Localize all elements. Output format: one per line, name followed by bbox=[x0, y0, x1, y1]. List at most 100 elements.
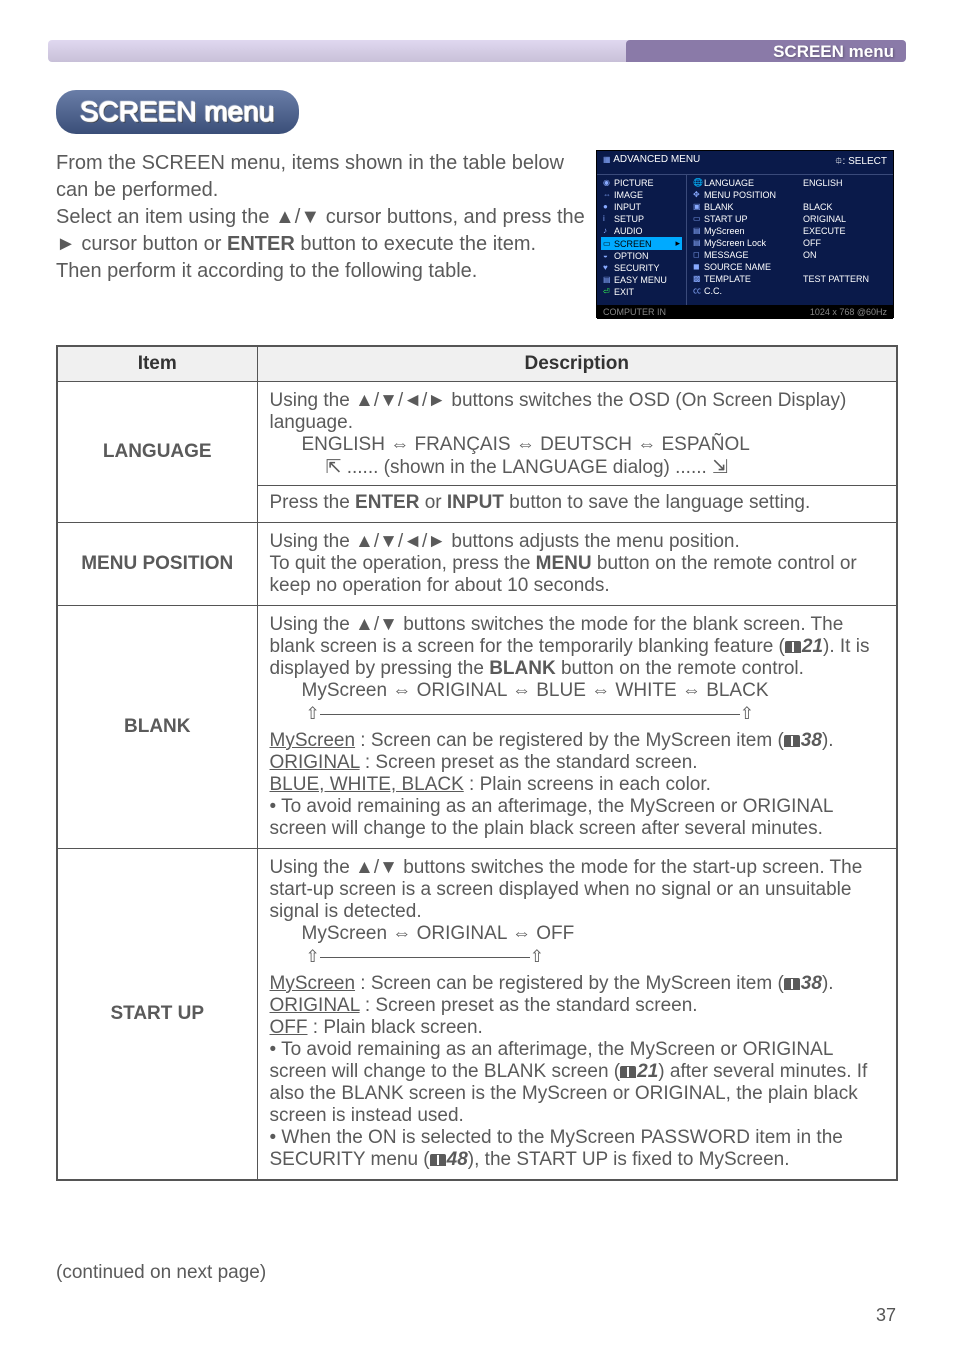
startup-p1: Using the ▲/▼ buttons switches the mode … bbox=[270, 857, 863, 922]
exit-icon: ⏎ bbox=[603, 288, 611, 296]
osd-right-startup-val: ORIGINAL bbox=[801, 213, 889, 225]
startup-off-a: OFF bbox=[270, 1017, 308, 1038]
startup-ms-b: : Screen can be registered by the MyScre… bbox=[355, 973, 784, 994]
osd-mid-col: 🌐LANGUAGE ✥MENU POSITION ▣BLANK ▭START U… bbox=[687, 175, 797, 305]
intro-line1: From the SCREEN menu, items shown in the… bbox=[56, 152, 564, 201]
blank-icon: ▣ bbox=[693, 203, 701, 211]
book-icon bbox=[784, 978, 800, 990]
message-icon: ◻ bbox=[693, 251, 701, 259]
blank-note: • To avoid remaining as an afterimage, t… bbox=[270, 796, 833, 839]
osd-left-input: ●INPUT bbox=[601, 201, 682, 213]
osd-mid-myscreen: ▤MyScreen bbox=[691, 225, 793, 237]
source-icon: ◼ bbox=[693, 263, 701, 271]
osd-screenshot: ▦ ADVANCED MENU ⯐: SELECT ◉PICTURE ⇔IMAG… bbox=[596, 150, 894, 318]
picture-icon: ◉ bbox=[603, 179, 611, 187]
startup-cycle: ⇧⇧ bbox=[306, 947, 885, 967]
osd-right-blank-val: BLACK bbox=[801, 201, 889, 213]
startup-icon: ▭ bbox=[693, 215, 701, 223]
osd-mid-startup: ▭START UP bbox=[691, 213, 793, 225]
cell-language-desc: Using the ▲/▼/◄/► buttons switches the O… bbox=[257, 382, 897, 523]
osd-mid-blank: ▣BLANK bbox=[691, 201, 793, 213]
lock-icon: ▤ bbox=[693, 239, 701, 247]
startup-ref1: 38 bbox=[801, 973, 822, 994]
intro-enter: ENTER bbox=[227, 233, 295, 255]
intro-text: From the SCREEN menu, items shown in the… bbox=[56, 150, 586, 285]
language-input: INPUT bbox=[447, 492, 504, 513]
blank-orig-a: ORIGINAL bbox=[270, 752, 360, 773]
startup-ms-c: ). bbox=[822, 973, 834, 994]
osd-left-col: ◉PICTURE ⇔IMAGE ●INPUT iSETUP ♪AUDIO ▭SC… bbox=[597, 175, 687, 305]
row-language: LANGUAGE Using the ▲/▼/◄/► buttons switc… bbox=[57, 382, 897, 523]
cell-blank-desc: Using the ▲/▼ buttons switches the mode … bbox=[257, 606, 897, 849]
input-icon: ● bbox=[603, 203, 611, 211]
position-icon: ✥ bbox=[693, 191, 701, 199]
osd-left-audio: ♪AUDIO bbox=[601, 225, 682, 237]
menupos-p1a: Using the ▲/▼/◄/► buttons adjusts the me… bbox=[270, 531, 740, 552]
startup-off-b: : Plain black screen. bbox=[308, 1017, 483, 1038]
language-opts: ENGLISH ⇔ FRANÇAIS ⇔ DEUTSCH ⇔ ESPAÑOL bbox=[270, 434, 885, 456]
page-number: 37 bbox=[876, 1305, 896, 1326]
osd-left-security: ♥SECURITY bbox=[601, 262, 682, 274]
cell-blank-label: BLANK bbox=[57, 606, 257, 849]
page-title: SCREEN menu bbox=[56, 90, 299, 134]
osd-footer-left: COMPUTER IN bbox=[603, 307, 666, 317]
blank-ms-a: MyScreen bbox=[270, 730, 356, 751]
cell-menupos-desc: Using the ▲/▼/◄/► buttons adjusts the me… bbox=[257, 523, 897, 606]
startup-orig-a: ORIGINAL bbox=[270, 995, 360, 1016]
osd-mid-language: 🌐LANGUAGE bbox=[691, 177, 793, 189]
osd-left-exit: ⏎EXIT bbox=[601, 286, 682, 298]
osd-mid-message: ◻MESSAGE bbox=[691, 249, 793, 261]
language-p1: Using the ▲/▼/◄/► buttons switches the O… bbox=[270, 390, 847, 433]
row-startup: START UP Using the ▲/▼ buttons switches … bbox=[57, 849, 897, 1181]
cell-startup-desc: Using the ▲/▼ buttons switches the mode … bbox=[257, 849, 897, 1181]
th-item: Item bbox=[57, 346, 257, 382]
blank-opts: MyScreen ⇔ ORIGINAL ⇔ BLUE ⇔ WHITE ⇔ BLA… bbox=[270, 680, 885, 702]
option-icon: ◒ bbox=[603, 252, 611, 260]
osd-right-myscreenlock-val: OFF bbox=[801, 237, 889, 249]
osd-right-myscreen-val: EXECUTE bbox=[801, 225, 889, 237]
osd-mid-cc: ㏄C.C. bbox=[691, 285, 793, 297]
cc-icon: ㏄ bbox=[693, 287, 701, 295]
osd-footer-right: 1024 x 768 @60Hz bbox=[810, 307, 887, 317]
audio-icon: ♪ bbox=[603, 227, 611, 235]
blank-ms-c: ). bbox=[822, 730, 834, 751]
osd-right-template-val: TEST PATTERN bbox=[801, 273, 889, 285]
breadcrumb: SCREEN menu bbox=[773, 42, 894, 62]
template-icon: ▩ bbox=[693, 275, 701, 283]
osd-left-screen: ▭SCREEN ▸ bbox=[601, 237, 682, 250]
book-icon bbox=[784, 735, 800, 747]
startup-ref3: 48 bbox=[447, 1149, 468, 1170]
row-blank: BLANK Using the ▲/▼ buttons switches the… bbox=[57, 606, 897, 849]
language-p2e: button to save the language setting. bbox=[504, 492, 810, 513]
osd-right-language-val: ENGLISH bbox=[801, 177, 889, 189]
osd-left-easymenu: ▤EASY MENU bbox=[601, 274, 682, 286]
blank-orig-b: : Screen preset as the standard screen. bbox=[360, 752, 698, 773]
row-menu-position: MENU POSITION Using the ▲/▼/◄/► buttons … bbox=[57, 523, 897, 606]
blank-ref1: 21 bbox=[802, 636, 823, 657]
screen-icon: ▭ bbox=[603, 240, 611, 248]
menupos-p1b: To quit the operation, press the bbox=[270, 553, 536, 574]
osd-mid-menupos: ✥MENU POSITION bbox=[691, 189, 793, 201]
language-enter: ENTER bbox=[355, 492, 419, 513]
book-icon bbox=[430, 1154, 446, 1166]
startup-note2b: ), the START UP is fixed to MyScreen. bbox=[468, 1149, 790, 1170]
startup-ref2: 21 bbox=[637, 1061, 658, 1082]
th-desc: Description bbox=[257, 346, 897, 382]
blank-bwc-a: BLUE, WHITE, BLACK bbox=[270, 774, 464, 795]
blank-ms-b: : Screen can be registered by the MyScre… bbox=[355, 730, 784, 751]
globe-icon: 🌐 bbox=[693, 179, 701, 187]
osd-left-picture: ◉PICTURE bbox=[601, 177, 682, 189]
blank-bwc-b: : Plain screens in each color. bbox=[464, 774, 711, 795]
language-p2a: Press the bbox=[270, 492, 356, 513]
easymenu-icon: ▤ bbox=[603, 276, 611, 284]
startup-opts: MyScreen ⇔ ORIGINAL ⇔ OFF bbox=[270, 923, 885, 945]
setup-icon: i bbox=[603, 215, 611, 223]
blank-p1a: Using the ▲/▼ buttons switches the mode … bbox=[270, 614, 844, 657]
blank-ref2: 38 bbox=[801, 730, 822, 751]
menupos-menu: MENU bbox=[536, 553, 592, 574]
osd-right-message-val: ON bbox=[801, 249, 889, 261]
osd-mid-myscreenlock: ▤MyScreen Lock bbox=[691, 237, 793, 249]
startup-ms-a: MyScreen bbox=[270, 973, 356, 994]
osd-right-col: ENGLISH BLACK ORIGINAL EXECUTE OFF ON TE… bbox=[797, 175, 893, 305]
book-icon bbox=[785, 641, 801, 653]
